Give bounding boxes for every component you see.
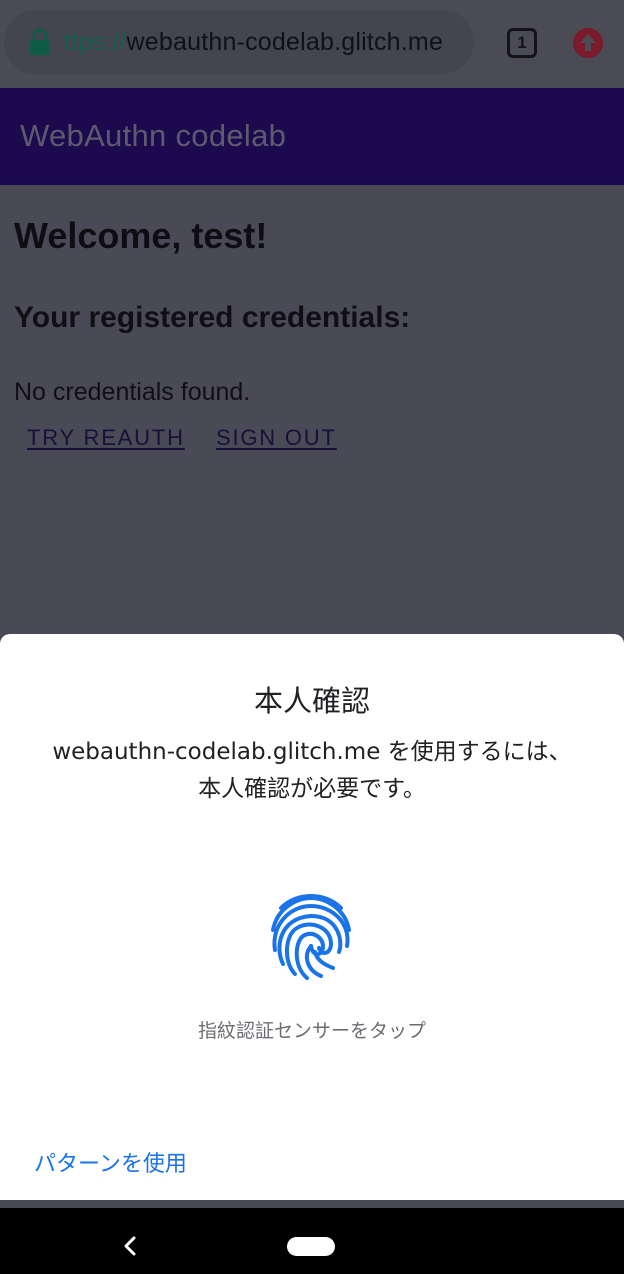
fingerprint-sensor-hint: 指紋認証センサーをタップ [197, 1020, 426, 1042]
no-credentials-text: No credentials found. [14, 378, 251, 406]
dialog-description-line1: webauthn-codelab.glitch.me を使用するには、 [52, 739, 572, 765]
fingerprint-icon[interactable] [267, 890, 355, 982]
address-bar[interactable]: ttps://webauthn-codelab.glitch.me [4, 10, 474, 74]
use-pattern-button[interactable]: パターンを使用 [34, 1146, 187, 1178]
page-content: Welcome, test! Your registered credentia… [0, 185, 624, 635]
url-text: ttps://webauthn-codelab.glitch.me [64, 28, 443, 58]
welcome-heading: Welcome, test! [14, 215, 268, 256]
sign-out-link[interactable]: SIGN OUT [216, 425, 337, 451]
tab-switcher-button[interactable]: 1 [507, 28, 537, 58]
back-icon[interactable] [120, 1234, 140, 1258]
system-nav-bar [0, 1208, 624, 1274]
url-scheme: ttps:// [64, 28, 127, 56]
home-pill[interactable] [287, 1237, 335, 1256]
app-header: WebAuthn codelab [0, 88, 624, 185]
biometric-prompt-sheet: 本人確認 webauthn-codelab.glitch.me を使用するには、… [0, 634, 624, 1200]
url-host: webauthn-codelab.glitch.me [126, 28, 444, 56]
lock-icon [30, 28, 50, 55]
update-arrow-icon[interactable] [572, 27, 604, 59]
sheet-gap [0, 1200, 624, 1208]
app-title: WebAuthn codelab [20, 118, 287, 153]
try-reauth-link[interactable]: TRY REAUTH [27, 425, 185, 451]
dialog-description-line2: 本人確認が必要です。 [198, 776, 426, 802]
dialog-title: 本人確認 [253, 684, 370, 718]
dialog-description: webauthn-codelab.glitch.me を使用するには、 本人確認… [0, 734, 624, 808]
credentials-heading: Your registered credentials: [14, 301, 411, 334]
browser-toolbar: ttps://webauthn-codelab.glitch.me 1 [0, 0, 624, 88]
